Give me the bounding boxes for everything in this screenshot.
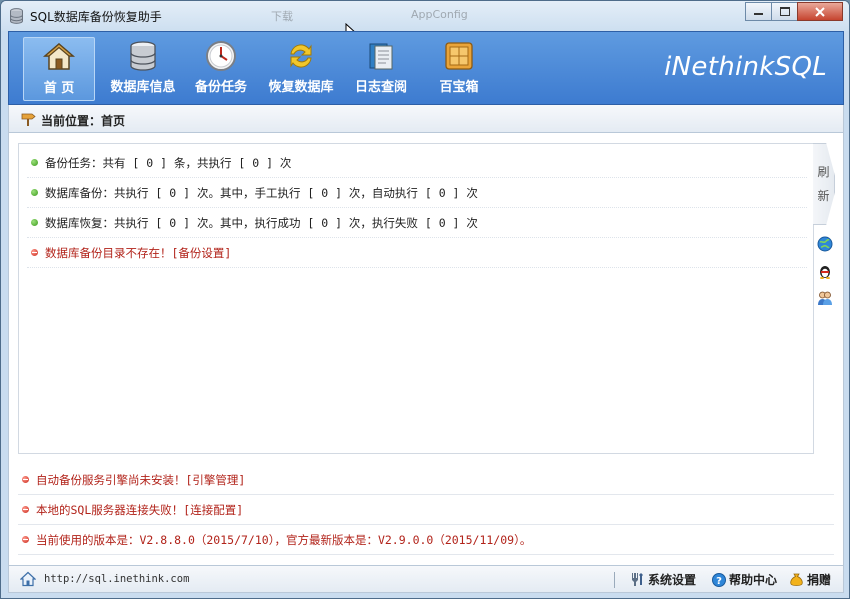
ok-status-icon — [31, 189, 38, 196]
home-icon[interactable] — [20, 571, 36, 587]
backup-settings-link[interactable]: [备份设置] — [172, 245, 232, 261]
main-content: 备份任务：共有 [ 0 ] 条，共执行 [ 0 ] 次 数据库备份：共执行 [ … — [8, 133, 844, 565]
help-center-button[interactable]: ? 帮助中心 — [712, 571, 777, 588]
ok-status-icon — [31, 219, 38, 226]
signpost-icon — [21, 113, 36, 126]
database-icon — [130, 41, 156, 71]
notice-text: 当前使用的版本是：V2.8.8.0（2015/7/10），官方最新版本是：V2.… — [36, 532, 532, 547]
notice-text: 自动备份服务引擎尚未安装！ — [36, 472, 186, 487]
summary-text: 数据库备份：共执行 [ 0 ] 次。其中，手工执行 [ 0 ] 次，自动执行 [… — [45, 185, 478, 200]
nav-toolbox[interactable]: 百宝箱 — [427, 37, 491, 101]
error-text: 数据库备份目录不存在！ — [45, 245, 172, 260]
summary-row-backup-dir-error: 数据库备份目录不存在！ [备份设置] — [27, 238, 807, 268]
error-status-icon — [22, 506, 29, 513]
app-window: SQL数据库备份恢复助手 下载 AppConfig 首 页 数据库信息 备份任务… — [0, 0, 850, 599]
nav-database-info-label: 数据库信息 — [110, 80, 176, 95]
wrench-icon — [632, 573, 643, 586]
breadcrumb-text: 当前位置：首页 — [41, 114, 126, 128]
connection-config-link[interactable]: [连接配置] — [183, 502, 243, 518]
nav-log-viewer-label: 日志查阅 — [354, 80, 407, 95]
nav-home-label: 首 页 — [43, 81, 75, 96]
error-status-icon — [22, 536, 29, 543]
donate-button[interactable]: 捐赠 — [789, 571, 831, 588]
minimize-icon — [754, 12, 763, 15]
clock-icon — [206, 41, 236, 71]
globe-icon[interactable] — [817, 236, 833, 252]
nav-restore-database-label: 恢复数据库 — [268, 80, 334, 95]
qq-penguin-icon[interactable] — [817, 263, 833, 279]
summary-panel: 备份任务：共有 [ 0 ] 条，共执行 [ 0 ] 次 数据库备份：共执行 [ … — [18, 143, 814, 454]
engine-management-link[interactable]: [引擎管理] — [186, 472, 246, 488]
nav-toolbox-label: 百宝箱 — [439, 80, 479, 95]
close-icon — [815, 6, 825, 17]
notice-text: 本地的SQL服务器连接失败！ — [36, 502, 184, 517]
summary-row-database-restore: 数据库恢复：共执行 [ 0 ] 次。其中，执行成功 [ 0 ] 次，执行失败 [… — [27, 208, 807, 238]
minimize-button[interactable] — [745, 2, 772, 21]
summary-text: 备份任务：共有 [ 0 ] 条，共执行 [ 0 ] 次 — [45, 155, 292, 170]
nav-home[interactable]: 首 页 — [23, 37, 95, 101]
ok-status-icon — [31, 159, 38, 166]
home-icon — [43, 43, 75, 70]
nav-database-info[interactable]: 数据库信息 — [105, 37, 181, 101]
nav-restore-database[interactable]: 恢复数据库 — [263, 37, 339, 101]
log-book-icon — [369, 43, 393, 70]
money-bag-icon — [790, 573, 803, 586]
user-group-icon[interactable] — [817, 290, 833, 306]
window-controls — [745, 2, 843, 21]
nav-log-viewer[interactable]: 日志查阅 — [349, 37, 413, 101]
breadcrumb: 当前位置：首页 — [8, 105, 844, 133]
donate-label: 捐赠 — [807, 573, 832, 587]
background-tab: AppConfig — [411, 8, 468, 21]
maximize-button[interactable] — [771, 2, 798, 21]
window-title: SQL数据库备份恢复助手 — [30, 10, 162, 24]
website-url-link[interactable]: http://sql.inethink.com — [44, 573, 189, 585]
system-settings-label: 系统设置 — [648, 573, 697, 587]
nav-backup-tasks[interactable]: 备份任务 — [189, 37, 253, 101]
refresh-button[interactable]: 刷 新 — [813, 143, 835, 225]
summary-row-database-backup: 数据库备份：共执行 [ 0 ] 次。其中，手工执行 [ 0 ] 次，自动执行 [… — [27, 178, 807, 208]
status-bar: http://sql.inethink.com 系统设置 ? 帮助中心 捐赠 — [8, 565, 844, 593]
notice-sql-connection-failed: 本地的SQL服务器连接失败！ [连接配置] — [18, 495, 834, 525]
brand-logo-text: iNethinkSQL — [664, 52, 827, 82]
error-status-icon — [31, 249, 38, 256]
status-bar-divider — [614, 572, 615, 588]
help-icon: ? — [712, 572, 726, 587]
nav-backup-tasks-label: 备份任务 — [194, 80, 247, 95]
toolbox-icon — [445, 42, 473, 70]
background-tab: 下载 — [271, 10, 293, 23]
error-status-icon — [22, 476, 29, 483]
summary-row-backup-tasks: 备份任务：共有 [ 0 ] 条，共执行 [ 0 ] 次 — [27, 148, 807, 178]
background-tabs: 下载 AppConfig — [176, 5, 736, 29]
refresh-icon — [290, 44, 312, 68]
app-database-icon — [10, 8, 23, 24]
notice-engine-not-installed: 自动备份服务引擎尚未安装！ [引擎管理] — [18, 465, 834, 495]
main-toolbar: 首 页 数据库信息 备份任务 恢复数据库 日志查阅 百宝箱 iNethinkSQ… — [8, 31, 844, 105]
close-button[interactable] — [797, 2, 843, 21]
system-settings-button[interactable]: 系统设置 — [630, 571, 696, 588]
maximize-icon — [779, 7, 790, 16]
summary-text: 数据库恢复：共执行 [ 0 ] 次。其中，执行成功 [ 0 ] 次，执行失败 [… — [45, 215, 478, 230]
help-center-label: 帮助中心 — [729, 573, 778, 587]
title-bar[interactable]: SQL数据库备份恢复助手 下载 AppConfig — [1, 1, 849, 31]
svg-text:?: ? — [716, 576, 722, 587]
notice-version-info: 当前使用的版本是：V2.8.8.0（2015/7/10），官方最新版本是：V2.… — [18, 525, 834, 555]
